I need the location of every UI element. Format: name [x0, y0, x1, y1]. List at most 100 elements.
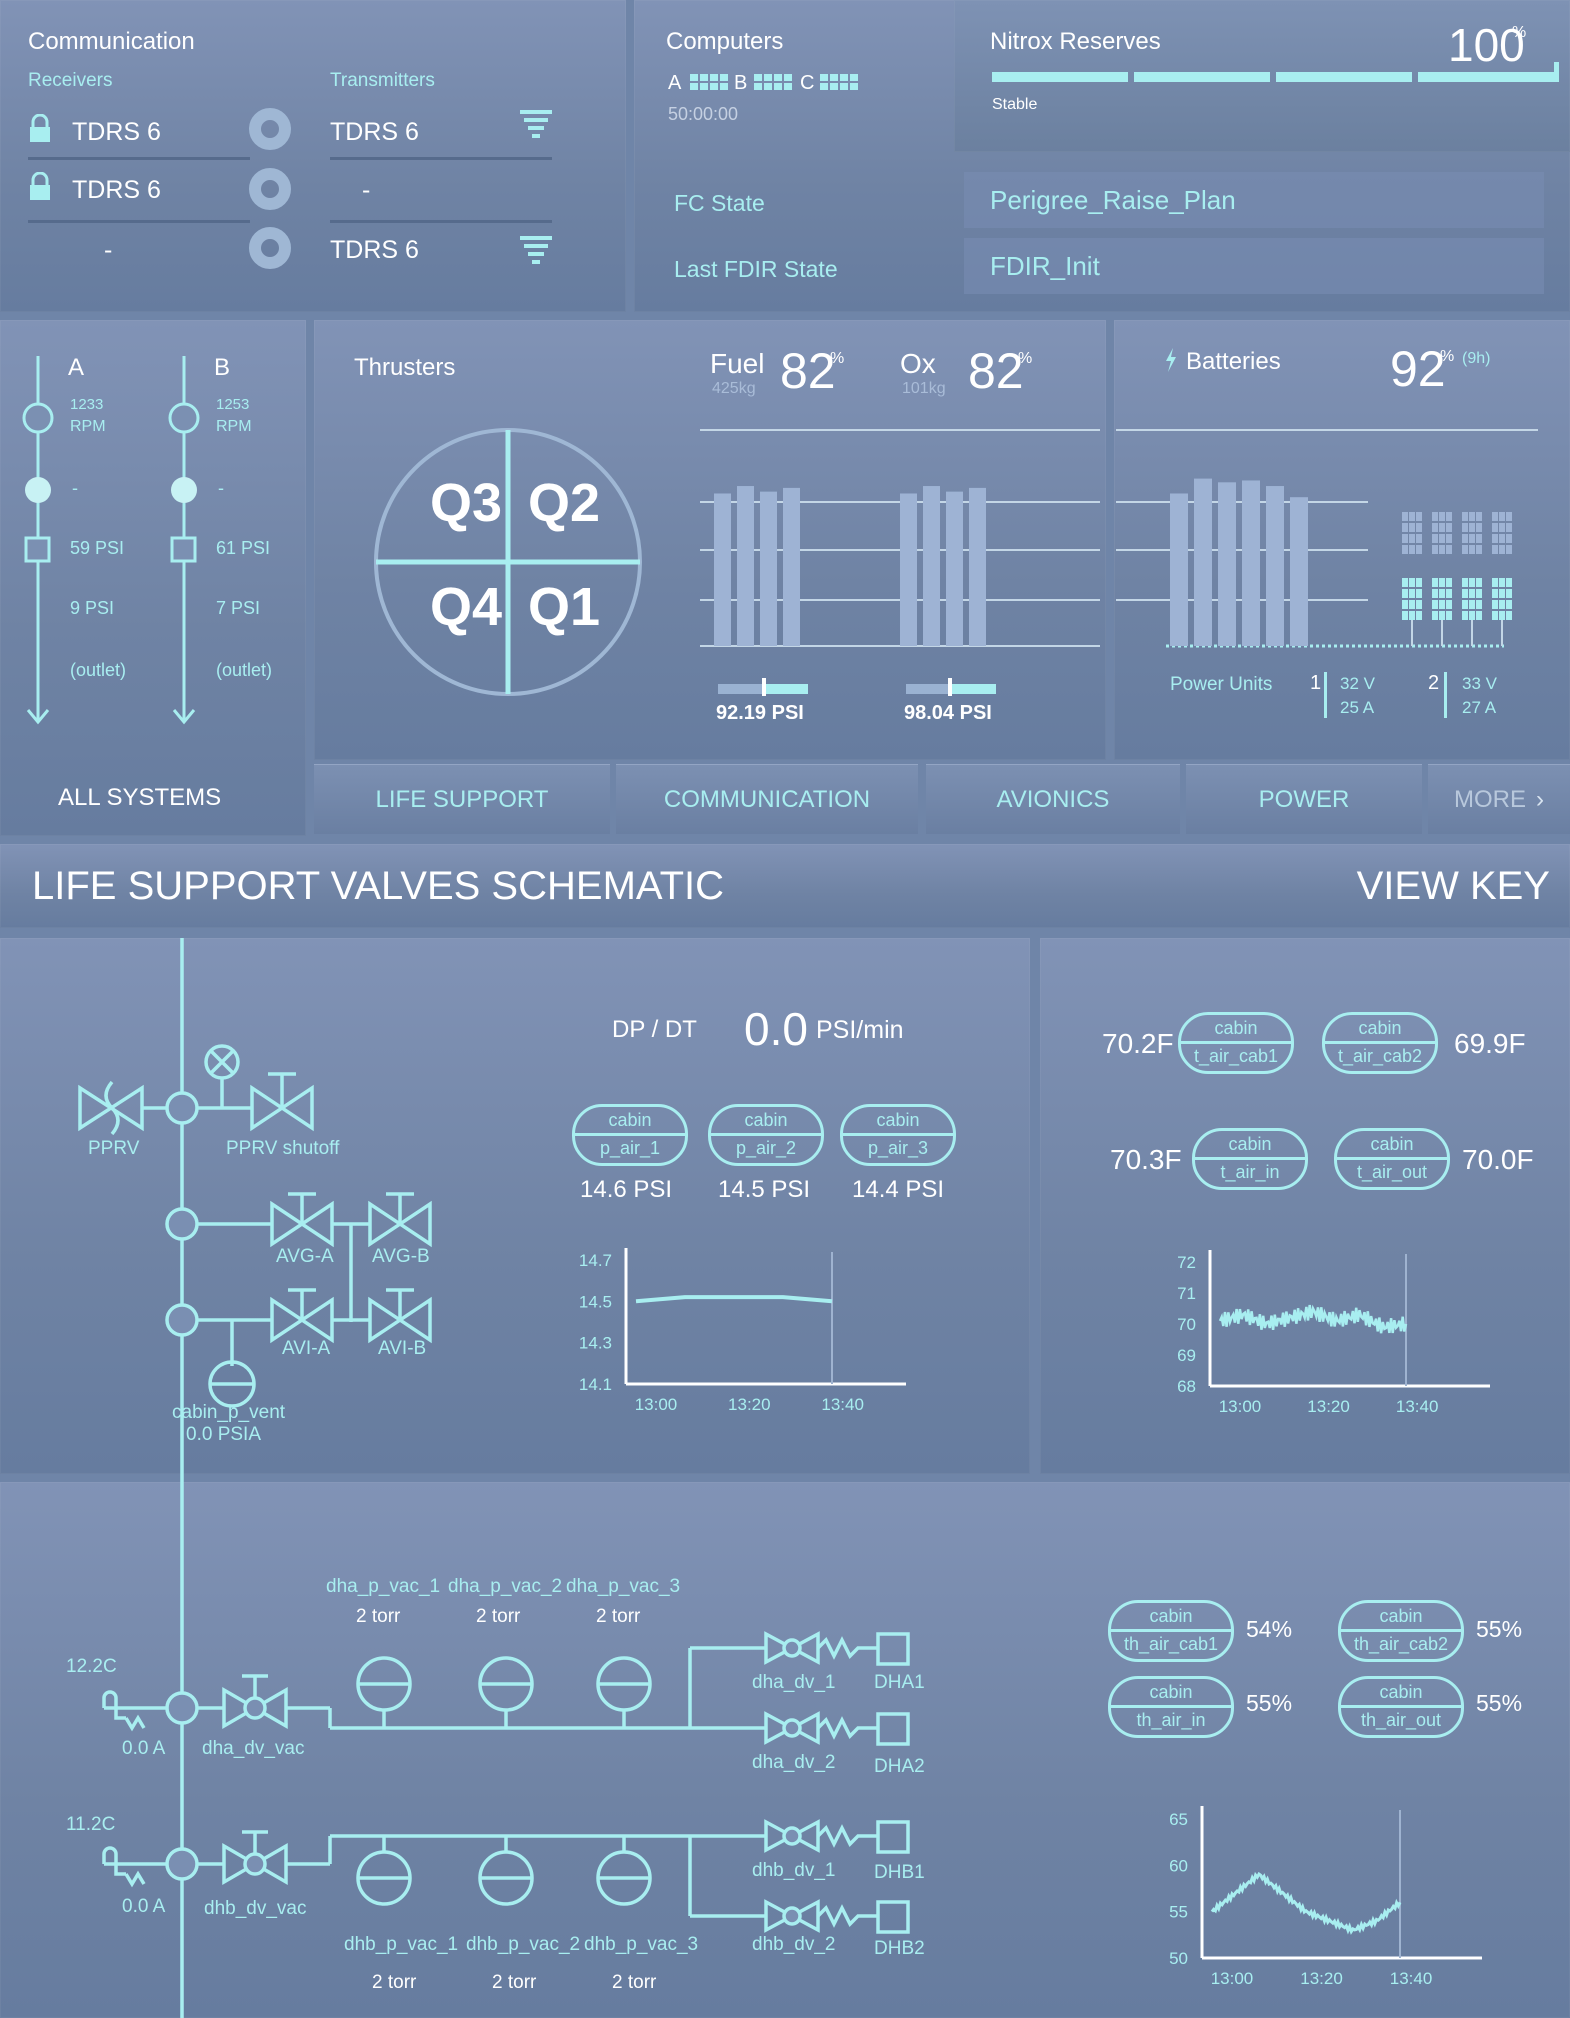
y-tick-label: 55	[1169, 1903, 1188, 1922]
pressure-value-1: 14.6 PSI	[580, 1176, 673, 1203]
ox-pressure-bar	[906, 678, 996, 696]
fdir-field[interactable]: FDIR_Init	[964, 238, 1544, 294]
quadrant-q3[interactable]: Q3	[430, 472, 502, 534]
fuel-mass: 425kg	[712, 380, 756, 397]
chart-series-line	[1210, 1871, 1402, 1935]
battery-cell	[1439, 523, 1445, 532]
tab-communication-label: COMMUNICATION	[663, 785, 871, 813]
humid-tag-1[interactable]: cabin th_air_cab1	[1108, 1600, 1234, 1662]
battery-cell	[1416, 523, 1422, 532]
dha-dv1-label: dha_dv_1	[752, 1672, 836, 1693]
pprv-shutoff-label: PPRV shutoff	[226, 1138, 340, 1159]
dhb-vac-1-value: 2 torr	[372, 1972, 417, 1993]
humid-value-2: 55%	[1476, 1616, 1523, 1642]
transmitter-1[interactable]: TDRS 6	[330, 118, 419, 147]
pump-a-psi-in: 59 PSI	[70, 538, 125, 558]
receivers-label: Receivers	[28, 70, 113, 91]
tag-bottom: th_air_cab1	[1123, 1634, 1219, 1654]
thrusters-title: Thrusters	[354, 354, 456, 381]
battery-cell	[1416, 578, 1422, 587]
fdir-label: Last FDIR State	[674, 256, 838, 282]
x-tick-label: 13:00	[1219, 1397, 1262, 1416]
computer-b-label: B	[734, 72, 748, 94]
tag-top: cabin	[1149, 1606, 1193, 1626]
fc-state-field[interactable]: Perigree_Raise_Plan	[964, 172, 1544, 228]
power-unit-1-a: 25 A	[1340, 698, 1375, 717]
receiver-2[interactable]: TDRS 6	[72, 176, 161, 205]
power-unit-1-v: 32 V	[1340, 674, 1375, 693]
temp-tag-4[interactable]: cabin t_air_out	[1334, 1128, 1450, 1190]
fuel-pct: 82	[780, 343, 836, 399]
receiver-3[interactable]: -	[104, 236, 112, 265]
ring-icon	[248, 226, 292, 275]
quadrant-q2[interactable]: Q2	[528, 472, 600, 534]
avi-a-label: AVI-A	[282, 1338, 331, 1359]
temp-tag-2[interactable]: cabin t_air_cab2	[1322, 1012, 1438, 1074]
x-tick-label: 13:00	[635, 1395, 678, 1412]
battery-cell	[1499, 512, 1505, 521]
nitrox-bar-seg	[992, 72, 1128, 82]
battery-cell	[1492, 545, 1498, 554]
tab-all-systems[interactable]: ALL SYSTEMS	[58, 784, 221, 812]
quadrant-q4[interactable]: Q4	[430, 576, 502, 638]
battery-bar	[1266, 486, 1284, 646]
tab-power[interactable]: POWER	[1186, 764, 1422, 834]
transmitter-2[interactable]: -	[362, 176, 370, 205]
pump-a-dash: -	[72, 478, 78, 498]
pressure-tag-3[interactable]: cabin p_air_3	[840, 1104, 956, 1166]
tab-avionics[interactable]: AVIONICS	[926, 764, 1180, 834]
dha-dv2-label: dha_dv_2	[752, 1752, 836, 1773]
quadrant-q1[interactable]: Q1	[528, 576, 600, 638]
batteries-title: Batteries	[1186, 348, 1281, 375]
temp-value-4: 70.0F	[1462, 1144, 1534, 1175]
humid-tag-2[interactable]: cabin th_air_cab2	[1338, 1600, 1464, 1662]
tag-top: cabin	[1379, 1606, 1423, 1626]
battery-cell	[1476, 534, 1482, 543]
dhb-vac-3: dhb_p_vac_3	[584, 1934, 699, 1955]
temperature-chart: 72 71 70 69 68 13:00 13:20 13:40	[1177, 1250, 1490, 1416]
tag-top: cabin	[1149, 1682, 1193, 1702]
x-tick-label: 13:40	[1396, 1397, 1439, 1416]
fuel-psi: 92.19 PSI	[716, 702, 804, 724]
tank-bars	[700, 429, 1100, 647]
temp-tag-1[interactable]: cabin t_air_cab1	[1178, 1012, 1294, 1074]
transmitters-label: Transmitters	[330, 70, 435, 91]
tag-top: cabin	[1379, 1682, 1423, 1702]
battery-cell	[1499, 545, 1505, 554]
transmitter-3[interactable]: TDRS 6	[330, 236, 419, 265]
battery-cell	[1476, 578, 1482, 587]
battery-cell	[1409, 589, 1415, 598]
tab-communication[interactable]: COMMUNICATION	[616, 764, 918, 834]
batteries-duration: (9h)	[1462, 350, 1491, 367]
pressure-tag-1[interactable]: cabin p_air_1	[572, 1104, 688, 1166]
battery-cell	[1439, 545, 1445, 554]
battery-cell	[1409, 545, 1415, 554]
pump-a-outlet: (outlet)	[70, 660, 127, 680]
battery-bar	[1290, 497, 1308, 646]
y-tick-label: 70	[1177, 1315, 1196, 1334]
humid-value-3: 55%	[1246, 1690, 1293, 1716]
battery-cell	[1476, 611, 1482, 620]
dha-out2-label: DHA2	[874, 1756, 925, 1777]
nitrox-bar-seg	[1276, 72, 1412, 82]
lightning-icon	[1164, 348, 1178, 377]
battery-cell	[1446, 589, 1452, 598]
receiver-1[interactable]: TDRS 6	[72, 118, 161, 147]
tab-more[interactable]: MORE ›	[1428, 764, 1570, 834]
humid-tag-3[interactable]: cabin th_air_in	[1108, 1676, 1234, 1738]
humid-tag-4[interactable]: cabin th_air_out	[1338, 1676, 1464, 1738]
pump-b-label: B	[214, 354, 231, 381]
fuel-label: Fuel	[710, 348, 765, 379]
tag-bottom: th_air_out	[1360, 1710, 1442, 1730]
tab-life-support[interactable]: LIFE SUPPORT	[314, 764, 610, 834]
battery-cell	[1446, 523, 1452, 532]
pressure-tag-2[interactable]: cabin p_air_2	[708, 1104, 824, 1166]
nitrox-panel: Nitrox Reserves 100 % Stable	[954, 0, 1570, 152]
dpdt-label: DP / DT	[612, 1016, 697, 1043]
thruster-quadrant-dial[interactable]	[374, 420, 654, 700]
temp-tag-3[interactable]: cabin t_air_in	[1192, 1128, 1308, 1190]
view-key-button[interactable]: VIEW KEY	[1357, 864, 1550, 909]
x-tick-label: 13:40	[1390, 1969, 1433, 1988]
dhb-vac-3-value: 2 torr	[612, 1972, 657, 1993]
dha-temp: 12.2C	[66, 1656, 117, 1677]
